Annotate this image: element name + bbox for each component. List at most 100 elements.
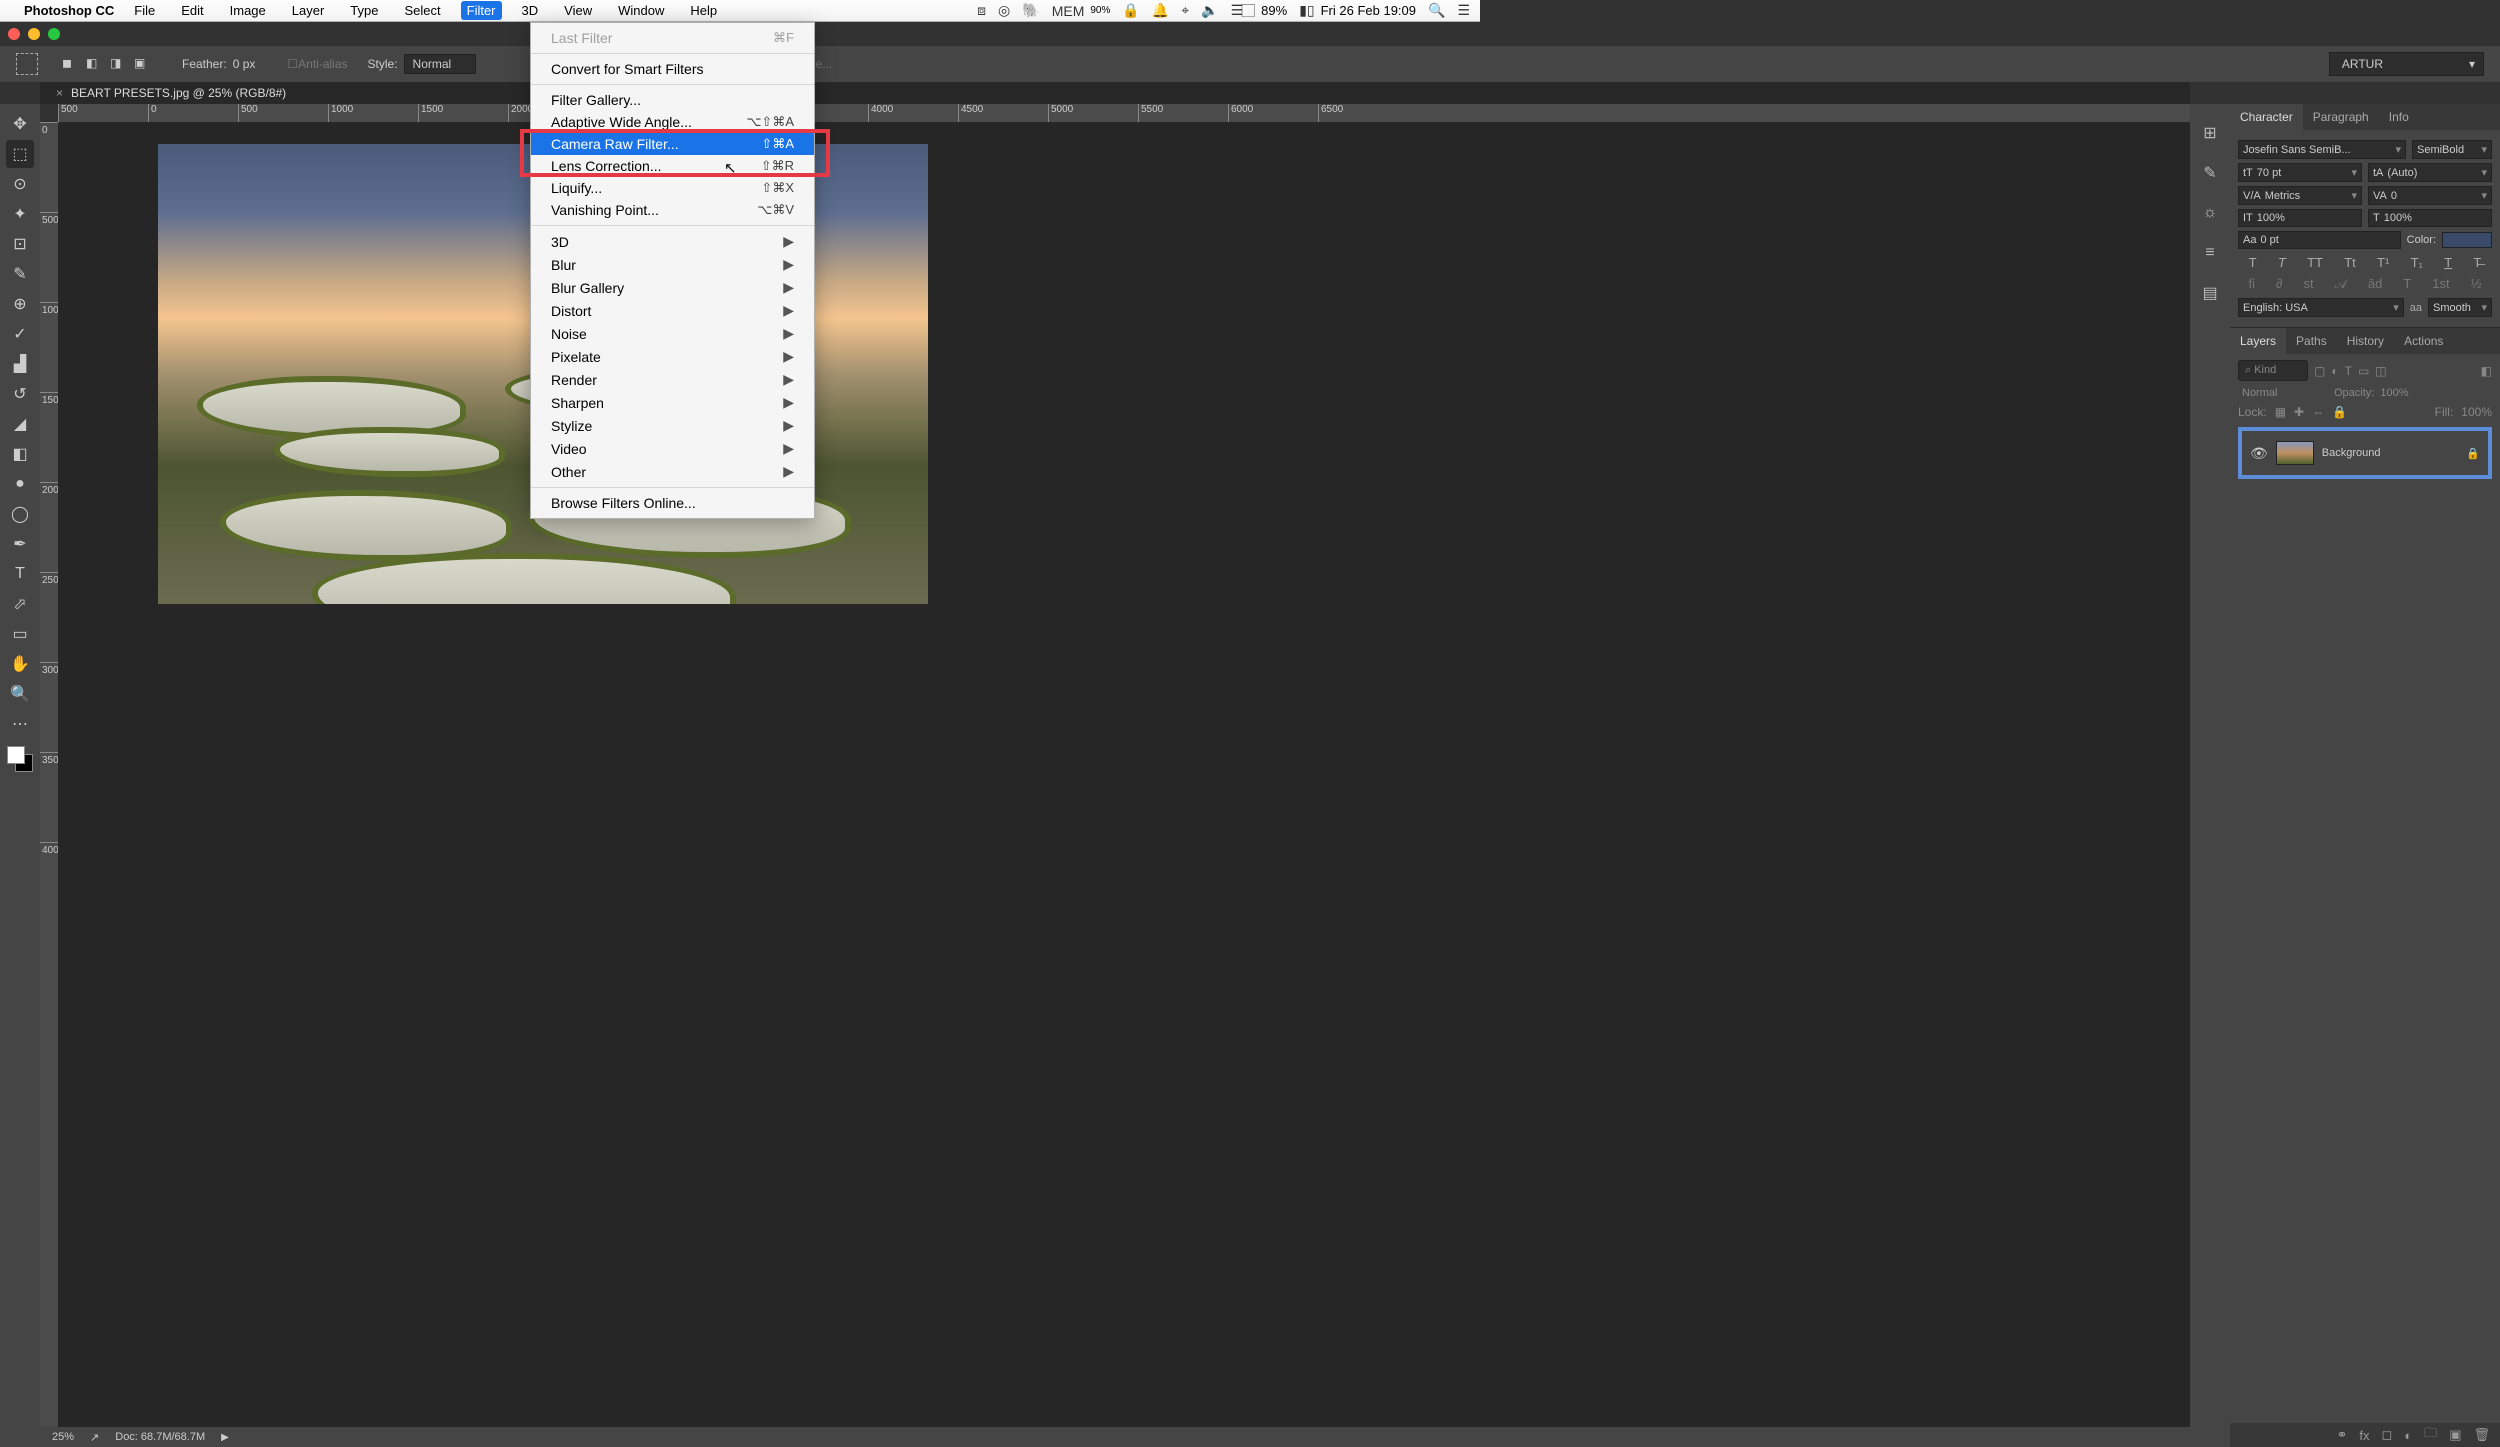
- strike-button[interactable]: T̶: [2473, 255, 2481, 270]
- brush-tool[interactable]: ✓: [6, 320, 34, 348]
- lock-artboard-icon[interactable]: ⇔: [2312, 405, 2324, 419]
- healing-tool[interactable]: ⊕: [6, 290, 34, 318]
- close-tab-icon[interactable]: ×: [56, 86, 63, 100]
- filter-toggle-icon[interactable]: ◧: [2481, 364, 2492, 378]
- filter-gallery[interactable]: Filter Gallery...: [531, 89, 814, 111]
- vscale-field[interactable]: IT100%: [2238, 209, 2362, 227]
- filter-video[interactable]: Video▶: [531, 437, 814, 460]
- filter-stylize[interactable]: Stylize▶: [531, 414, 814, 437]
- workspace-selector[interactable]: ARTUR: [2329, 52, 2484, 76]
- crop-tool[interactable]: ⊡: [6, 230, 34, 258]
- filter-lens-correction[interactable]: Lens Correction...⇧⌘R: [531, 155, 814, 177]
- menu-filter[interactable]: Filter: [461, 1, 502, 20]
- volume-icon[interactable]: 🔈: [1201, 2, 1218, 19]
- doc-size[interactable]: Doc: 68.7M/68.7M: [115, 1431, 205, 1443]
- zoom-tool[interactable]: 🔍: [6, 680, 34, 708]
- feather-value[interactable]: 0 px: [233, 57, 256, 71]
- dodge-tool[interactable]: ◯: [6, 500, 34, 528]
- edit-toolbar[interactable]: ⋯: [6, 710, 34, 738]
- filter-browse-online[interactable]: Browse Filters Online...: [531, 492, 814, 514]
- clock[interactable]: Fri 26 Feb 19:09: [1321, 3, 1416, 18]
- delete-layer-icon[interactable]: 🗑: [2473, 1427, 2490, 1443]
- selection-new-icon[interactable]: ◼: [62, 56, 78, 72]
- subscript-button[interactable]: T₁: [2411, 255, 2423, 270]
- hscale-field[interactable]: T100%: [2368, 209, 2492, 227]
- type-tool[interactable]: T: [6, 560, 34, 588]
- layer-thumbnail[interactable]: [2276, 441, 2314, 465]
- filter-smart-icon[interactable]: ◫: [2375, 364, 2386, 378]
- color-swatches[interactable]: [5, 744, 35, 774]
- gradient-tool[interactable]: ◧: [6, 440, 34, 468]
- lock-all-icon[interactable]: 🔒: [2332, 405, 2347, 419]
- tab-paragraph[interactable]: Paragraph: [2303, 104, 2379, 130]
- lock-pixels-icon[interactable]: ▦: [2275, 405, 2286, 419]
- adjustment-layer-icon[interactable]: ◐: [2404, 1428, 2412, 1443]
- menu-view[interactable]: View: [558, 1, 598, 20]
- tab-info[interactable]: Info: [2379, 104, 2419, 130]
- link-layers-icon[interactable]: ⚭: [2336, 1427, 2347, 1443]
- styles-icon[interactable]: ≡: [2197, 242, 2223, 264]
- memory-icon[interactable]: MEM: [1052, 3, 1085, 19]
- libraries-icon[interactable]: ⊞: [2197, 122, 2223, 144]
- close-window-button[interactable]: [8, 28, 20, 40]
- adjustments-icon[interactable]: ☼: [2197, 202, 2223, 224]
- filter-3d[interactable]: 3D▶: [531, 230, 814, 253]
- hand-tool[interactable]: ✋: [6, 650, 34, 678]
- lasso-tool[interactable]: ⊙: [6, 170, 34, 198]
- eyedropper-tool[interactable]: ✎: [6, 260, 34, 288]
- stamp-tool[interactable]: ▟: [6, 350, 34, 378]
- brushes-icon[interactable]: ✎: [2197, 162, 2223, 184]
- filter-camera-raw[interactable]: Camera Raw Filter...⇧⌘A: [531, 133, 814, 155]
- font-weight-field[interactable]: SemiBold: [2412, 140, 2492, 159]
- layer-row-background[interactable]: 👁 Background 🔒: [2246, 437, 2484, 469]
- filter-blur-gallery[interactable]: Blur Gallery▶: [531, 276, 814, 299]
- tab-actions[interactable]: Actions: [2394, 328, 2453, 354]
- path-select-tool[interactable]: ⬀: [6, 590, 34, 618]
- menu-select[interactable]: Select: [398, 1, 446, 20]
- status-arrow-icon[interactable]: ▶: [221, 1432, 229, 1443]
- notification-icon[interactable]: 🔔: [1152, 2, 1169, 19]
- filter-sharpen[interactable]: Sharpen▶: [531, 391, 814, 414]
- menu-type[interactable]: Type: [344, 1, 384, 20]
- menu-window[interactable]: Window: [612, 1, 670, 20]
- opacity-value[interactable]: 100%: [2380, 387, 2408, 399]
- quick-select-tool[interactable]: ✦: [6, 200, 34, 228]
- filter-shape-icon[interactable]: ▭: [2358, 364, 2369, 378]
- tool-preset-icon[interactable]: [16, 53, 38, 75]
- menu-file[interactable]: File: [128, 1, 161, 20]
- history-brush-tool[interactable]: ↺: [6, 380, 34, 408]
- lock-position-icon[interactable]: ✚: [2294, 405, 2304, 419]
- filter-adaptive[interactable]: Adaptive Wide Angle...⌥⇧⌘A: [531, 111, 814, 133]
- list-icon[interactable]: ☰: [1457, 2, 1470, 19]
- tab-history[interactable]: History: [2337, 328, 2394, 354]
- filter-blur[interactable]: Blur▶: [531, 253, 814, 276]
- new-layer-icon[interactable]: ▣: [2449, 1427, 2461, 1443]
- menu-edit[interactable]: Edit: [175, 1, 209, 20]
- selection-add-icon[interactable]: ◧: [86, 56, 102, 72]
- dropbox-icon[interactable]: ⧈: [977, 2, 986, 19]
- filter-other[interactable]: Other▶: [531, 460, 814, 483]
- filter-pixelate[interactable]: Pixelate▶: [531, 345, 814, 368]
- tab-paths[interactable]: Paths: [2286, 328, 2337, 354]
- bold-button[interactable]: T: [2249, 255, 2257, 270]
- zoom-window-button[interactable]: [48, 28, 60, 40]
- wifi-icon[interactable]: ☰: [1231, 2, 1244, 19]
- menu-help[interactable]: Help: [684, 1, 723, 20]
- tracking-field[interactable]: VA0: [2368, 186, 2492, 205]
- lock-icon[interactable]: 🔒: [1122, 2, 1139, 19]
- font-size-field[interactable]: tT70 pt: [2238, 163, 2362, 182]
- battery-icon[interactable]: ▮▯: [1299, 2, 1314, 19]
- spotlight-icon[interactable]: 🔍: [1428, 2, 1445, 19]
- rectangle-tool[interactable]: ▭: [6, 620, 34, 648]
- selection-intersect-icon[interactable]: ▣: [134, 56, 150, 72]
- leading-field[interactable]: tA(Auto): [2368, 163, 2492, 182]
- tab-character[interactable]: Character: [2230, 104, 2303, 130]
- minimize-window-button[interactable]: [28, 28, 40, 40]
- baseline-field[interactable]: Aa0 pt: [2238, 231, 2401, 249]
- font-family-field[interactable]: Josefin Sans SemiB...: [2238, 140, 2406, 159]
- tab-layers[interactable]: Layers: [2230, 328, 2286, 354]
- group-icon[interactable]: 🗀: [2424, 1424, 2437, 1446]
- marquee-tool[interactable]: ⬚: [6, 140, 34, 168]
- style-dropdown[interactable]: Normal: [404, 54, 477, 74]
- language-field[interactable]: English: USA: [2238, 298, 2404, 317]
